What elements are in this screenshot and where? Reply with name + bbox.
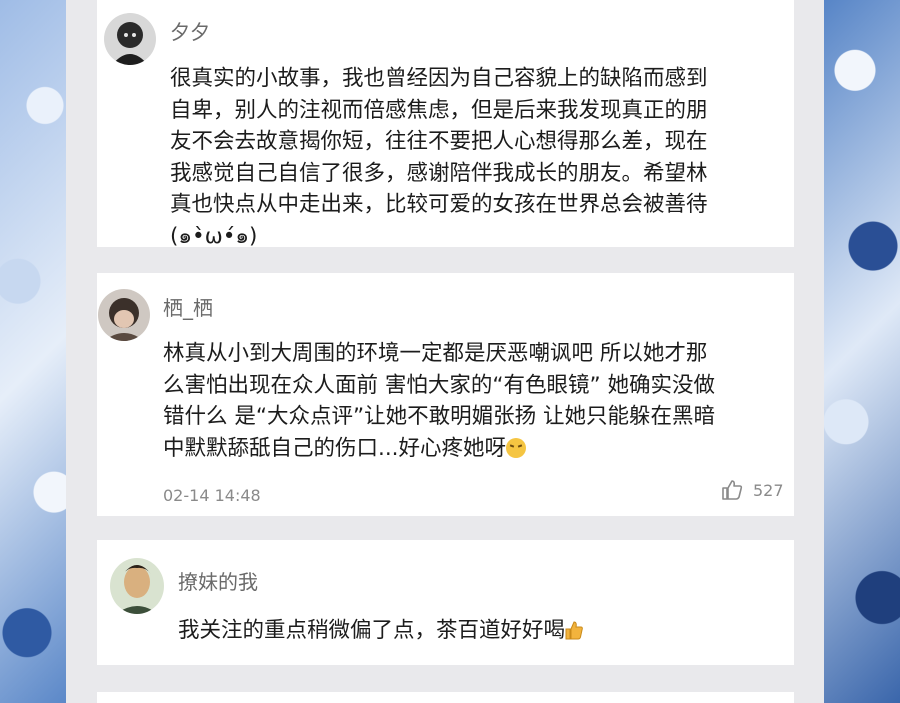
comment-text: 我关注的重点稍微偏了点，茶百道好好喝 [178, 615, 583, 647]
comment-line: 错什么 是“大众点评”让她不敢明媚张扬 让她只能躲在黑暗 [163, 404, 715, 430]
comment-line-text: 我关注的重点稍微偏了点，茶百道好好喝 [178, 618, 566, 643]
comment-line: 林真从小到大周围的环境一定都是厌恶嘲讽吧 所以她才那 [163, 341, 708, 366]
avatar[interactable] [98, 289, 150, 341]
comment-card: 夕夕 很真实的小故事，我也曾经因为自己容貌上的缺陷而感到 自卑，别人的注视而倍感… [97, 0, 794, 249]
comment-line: 友不会去故意揭你短，往往不要把人心想得那么差，现在 [170, 129, 708, 155]
comment-line: 中默默舔舐自己的伤口...好心疼她呀 [163, 433, 715, 465]
comment-line: 么害怕出现在众人面前 害怕大家的“有色眼镜” 她确实没做 [163, 372, 715, 398]
sad-face-emoji-icon [506, 437, 527, 458]
comment-line: 真也快点从中走出来，比较可爱的女孩在世界总会被善待 [170, 192, 708, 218]
comment-line-text: 中默默舔舐自己的伤口...好心疼她呀 [163, 435, 507, 461]
comment-text: 林真从小到大周围的环境一定都是厌恶嘲讽吧 所以她才那 么害怕出现在众人面前 害怕… [163, 338, 715, 464]
comment-line: 我感觉自己自信了很多，感谢陪伴我成长的朋友。希望林 [170, 160, 708, 186]
username[interactable]: 夕夕 [170, 16, 210, 45]
comment-line: 自卑，别人的注视而倍感焦虑，但是后来我发现真正的朋 [170, 97, 708, 123]
comment-line: 我关注的重点稍微偏了点，茶百道好好喝 [178, 615, 583, 647]
comment-card: 栖_栖 林真从小到大周围的环境一定都是厌恶嘲讽吧 所以她才那 么害怕出现在众人面… [97, 273, 794, 516]
like-control[interactable]: 527 [721, 479, 784, 501]
thumbs-up-emoji-icon [565, 621, 583, 640]
username[interactable]: 栖_栖 [163, 292, 213, 321]
screenshot-page: 夕夕 很真实的小故事，我也曾经因为自己容貌上的缺陷而感到 自卑，别人的注视而倍感… [0, 0, 900, 703]
comment-line: 很真实的小故事，我也曾经因为自己容貌上的缺陷而感到 [170, 66, 708, 91]
comment-card-partial [97, 692, 794, 703]
avatar[interactable] [104, 13, 156, 65]
thumbs-up-icon[interactable] [721, 479, 743, 501]
avatar[interactable] [110, 558, 164, 614]
username[interactable]: 撩妹的我 [178, 566, 258, 595]
comment-card: 撩妹的我 我关注的重点稍微偏了点，茶百道好好喝 [97, 540, 794, 665]
comment-text: 很真实的小故事，我也曾经因为自己容貌上的缺陷而感到 自卑，别人的注视而倍感焦虑，… [170, 63, 708, 253]
comment-line: (๑•̀ω•́๑) [170, 223, 258, 249]
timestamp: 02-14 14:48 [163, 486, 261, 505]
like-count: 527 [753, 480, 784, 500]
